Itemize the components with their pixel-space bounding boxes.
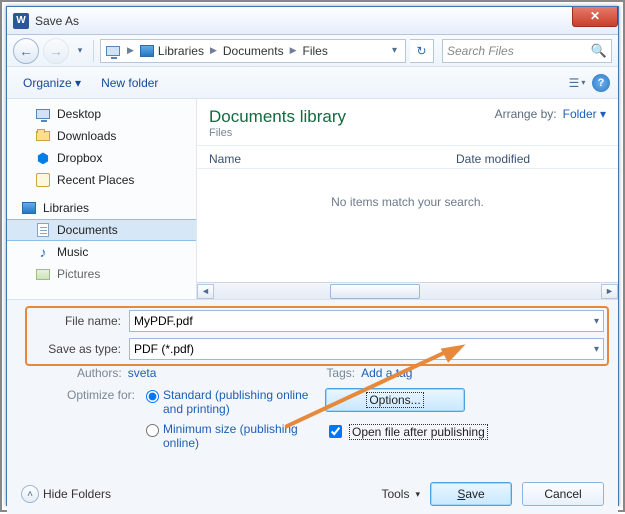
history-dropdown[interactable]: ▾ <box>73 38 87 64</box>
document-icon <box>35 222 51 238</box>
horizontal-scrollbar[interactable]: ◄ ► <box>197 282 618 299</box>
arrange-label: Arrange by: <box>495 107 557 121</box>
tools-dropdown[interactable]: Tools▾ <box>381 487 420 501</box>
help-button[interactable]: ? <box>592 74 610 92</box>
folder-icon <box>35 128 51 144</box>
window-title: Save As <box>35 14 79 28</box>
save-type-label: Save as type: <box>21 342 129 356</box>
forward-button[interactable]: → <box>43 38 69 64</box>
libraries-icon <box>140 43 156 59</box>
tree-pictures[interactable]: Pictures <box>7 263 196 285</box>
titlebar: W Save As ✕ <box>7 7 618 35</box>
opt-standard-label[interactable]: Standard (publishing online and printing… <box>163 388 313 416</box>
search-icon: 🔍 <box>591 43 607 59</box>
optimize-label: Optimize for: <box>55 388 141 402</box>
desktop-icon <box>35 106 51 122</box>
chevron-down-icon[interactable]: ▾ <box>594 316 599 327</box>
dropbox-icon: ⬢ <box>35 150 51 166</box>
breadcrumb-files[interactable]: Files <box>303 44 328 58</box>
monitor-icon <box>105 43 121 59</box>
authors-value[interactable]: sveta <box>128 366 157 380</box>
save-button[interactable]: Save <box>430 482 512 506</box>
recent-icon <box>35 172 51 188</box>
scroll-thumb[interactable] <box>330 284 420 299</box>
search-box[interactable]: Search Files 🔍 <box>442 39 612 63</box>
opt-standard-radio[interactable] <box>146 390 159 403</box>
nav-bar: ← → ▾ ▶ Libraries ▶ Documents ▶ Files ▾ … <box>7 35 618 67</box>
tags-label: Tags: <box>326 366 355 380</box>
tree-music[interactable]: ♪Music <box>7 241 196 263</box>
hide-folders-button[interactable]: ˄ Hide Folders <box>21 485 111 503</box>
arrange-dropdown[interactable]: Folder ▾ <box>563 107 606 121</box>
content-pane: Documents library Files Arrange by: Fold… <box>197 99 618 299</box>
refresh-button[interactable]: ↻ <box>410 39 434 63</box>
filename-input[interactable]: MyPDF.pdf▾ <box>129 310 604 332</box>
col-name[interactable]: Name <box>209 152 456 166</box>
breadcrumb-libraries[interactable]: Libraries <box>158 44 204 58</box>
back-button[interactable]: ← <box>13 38 39 64</box>
tags-value[interactable]: Add a tag <box>361 366 412 380</box>
tree-desktop[interactable]: Desktop <box>7 103 196 125</box>
col-date[interactable]: Date modified <box>456 152 606 166</box>
save-type-dropdown[interactable]: PDF (*.pdf)▾ <box>129 338 604 360</box>
opt-minimum-radio[interactable] <box>146 424 159 437</box>
libraries-icon <box>21 200 37 216</box>
opt-minimum-label[interactable]: Minimum size (publishing online) <box>163 422 313 450</box>
organize-button[interactable]: Organize ▾ <box>15 72 89 94</box>
toolbar: Organize ▾ New folder ☰▾ ? <box>7 67 618 99</box>
content-heading: Documents library <box>209 107 346 127</box>
content-sub: Files <box>209 127 346 139</box>
chevron-up-icon: ˄ <box>21 485 39 503</box>
address-bar[interactable]: ▶ Libraries ▶ Documents ▶ Files ▾ <box>100 39 406 63</box>
tree-libraries[interactable]: Libraries <box>7 197 196 219</box>
filename-label: File name: <box>21 314 129 328</box>
open-after-checkbox[interactable] <box>329 425 342 438</box>
new-folder-button[interactable]: New folder <box>93 72 166 94</box>
tree-documents[interactable]: Documents <box>7 219 196 241</box>
scroll-right-button[interactable]: ► <box>601 284 618 299</box>
folder-tree: Desktop Downloads ⬢Dropbox Recent Places… <box>7 99 197 299</box>
column-headers[interactable]: Name Date modified <box>197 146 618 169</box>
open-after-label[interactable]: Open file after publishing <box>349 424 488 440</box>
tree-recent-places[interactable]: Recent Places <box>7 169 196 191</box>
breadcrumb-documents[interactable]: Documents <box>223 44 284 58</box>
pictures-icon <box>35 266 51 282</box>
options-button[interactable]: Options... <box>325 388 465 412</box>
view-button[interactable]: ☰▾ <box>566 72 588 94</box>
search-placeholder: Search Files <box>447 44 591 58</box>
tree-downloads[interactable]: Downloads <box>7 125 196 147</box>
tree-dropbox[interactable]: ⬢Dropbox <box>7 147 196 169</box>
word-icon: W <box>13 13 29 29</box>
music-icon: ♪ <box>35 244 51 260</box>
close-button[interactable]: ✕ <box>572 7 618 27</box>
save-as-dialog: W Save As ✕ ← → ▾ ▶ Libraries ▶ Document… <box>6 6 619 506</box>
chevron-down-icon[interactable]: ▾ <box>594 344 599 355</box>
empty-message: No items match your search. <box>197 169 618 282</box>
cancel-button[interactable]: Cancel <box>522 482 604 506</box>
authors-label: Authors: <box>77 366 122 380</box>
scroll-left-button[interactable]: ◄ <box>197 284 214 299</box>
